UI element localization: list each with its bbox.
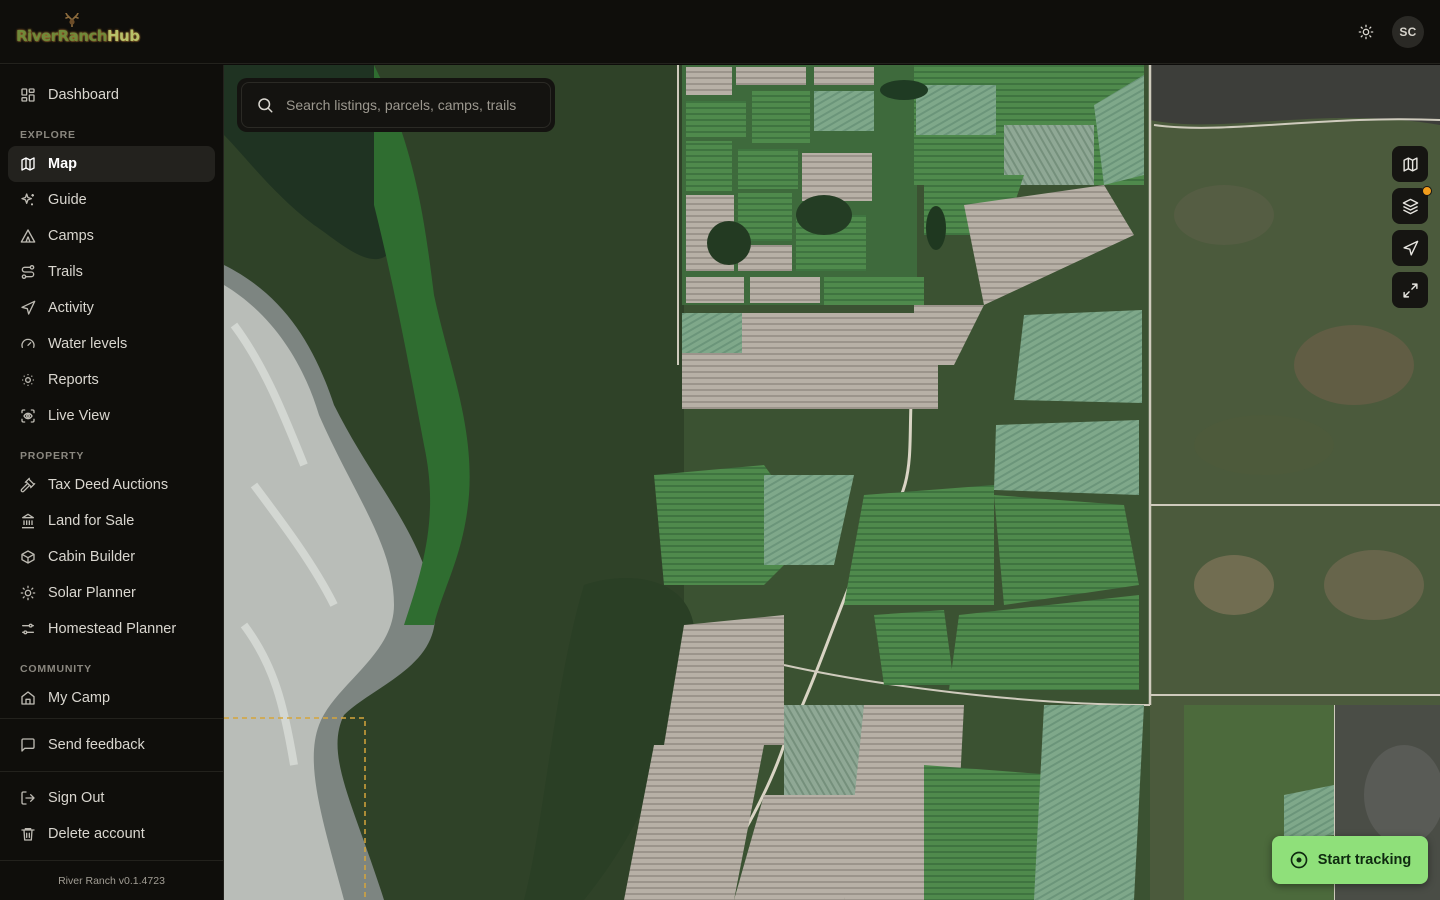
version-label: River Ranch v0.1.4723 xyxy=(58,875,165,887)
search-bar xyxy=(237,78,555,132)
gauge-icon xyxy=(21,338,35,348)
map-icon xyxy=(21,157,35,171)
sidebar-item-live-view[interactable]: Live View xyxy=(8,398,215,434)
sidebar-item-label: Delete account xyxy=(48,826,145,842)
sidebar-item-cabin-builder[interactable]: Cabin Builder xyxy=(8,539,215,575)
search-icon xyxy=(258,98,273,113)
sparkles-icon xyxy=(21,193,34,206)
sidebar-item-land-for-sale[interactable]: Land for Sale xyxy=(8,503,215,539)
trash-icon xyxy=(21,828,35,841)
landmark-icon xyxy=(22,513,34,529)
route-icon xyxy=(21,265,35,279)
sidebar-item-label: Send feedback xyxy=(48,737,145,753)
dashboard-icon xyxy=(21,88,35,102)
sidebar-item-my-camp[interactable]: My Camp xyxy=(8,680,215,716)
logo[interactable]: RiverRanchHub xyxy=(16,12,140,52)
gavel-icon xyxy=(20,477,36,493)
sidebar-item-label: Cabin Builder xyxy=(48,549,136,565)
logo-mark: RiverRanchHub xyxy=(16,12,140,51)
divider xyxy=(0,771,223,772)
box-icon xyxy=(21,550,35,564)
tent-icon xyxy=(20,229,36,243)
sidebar-item-tax-deed-auctions[interactable]: Tax Deed Auctions xyxy=(8,467,215,503)
start-tracking-label: Start tracking xyxy=(1317,852,1412,868)
sidebar-item-label: Map xyxy=(48,156,77,172)
sidebar-item-dashboard[interactable]: Dashboard xyxy=(8,77,215,113)
avatar[interactable]: SC xyxy=(1392,15,1424,48)
sidebar-item-label: Sign Out xyxy=(48,790,105,806)
divider xyxy=(0,718,223,719)
sidebar-item-label: Water levels xyxy=(48,336,128,352)
sidebar-item-label: Activity xyxy=(48,300,94,316)
send-feedback-button[interactable]: Send feedback xyxy=(8,727,215,763)
sidebar-item-label: Live View xyxy=(48,408,110,424)
expand-icon xyxy=(1402,282,1418,298)
delete-account-button[interactable]: Delete account xyxy=(8,816,215,852)
start-tracking-button[interactable]: Start tracking xyxy=(1272,836,1428,884)
locate-button[interactable] xyxy=(1392,230,1428,266)
sidebar-item-trails[interactable]: Trails xyxy=(8,254,215,290)
layers-button[interactable] xyxy=(1392,186,1432,224)
sidebar-item-label: Homestead Planner xyxy=(48,621,177,637)
sidebar-item-label: Camps xyxy=(48,228,94,244)
section-label-property: PROPERTY xyxy=(20,450,85,462)
home-icon xyxy=(21,691,35,705)
antler-icon xyxy=(65,12,79,27)
divider xyxy=(0,860,223,861)
map-canvas[interactable]: Start tracking xyxy=(224,65,1440,900)
section-label-community: COMMUNITY xyxy=(20,663,92,675)
layers-icon xyxy=(1402,198,1418,214)
sidebar-item-activity[interactable]: Activity xyxy=(8,290,215,326)
sun-icon xyxy=(20,585,36,601)
sidebar-item-label: Trails xyxy=(48,264,83,280)
message-square-icon xyxy=(21,738,35,752)
navigation-icon xyxy=(1402,240,1418,256)
sidebar-item-reports[interactable]: Reports xyxy=(8,362,215,398)
theme-toggle-button[interactable] xyxy=(1354,20,1378,44)
logo-text: RiverRanchHub xyxy=(16,26,140,45)
satellite-imagery[interactable] xyxy=(224,65,1440,900)
sign-out-button[interactable]: Sign Out xyxy=(8,780,215,816)
sidebar: Dashboard EXPLORE Map Guide Camps Trails… xyxy=(0,65,224,900)
sidebar-item-homestead-planner[interactable]: Homestead Planner xyxy=(8,611,215,647)
navigation-icon xyxy=(21,300,36,315)
sun-dim-icon xyxy=(22,374,35,386)
sidebar-item-label: Solar Planner xyxy=(48,585,136,601)
sidebar-item-map[interactable]: Map xyxy=(8,146,215,182)
sun-icon xyxy=(1358,24,1374,39)
top-bar: RiverRanchHub SC xyxy=(0,0,1440,64)
search-input[interactable] xyxy=(286,97,526,113)
sidebar-item-guide[interactable]: Guide xyxy=(8,182,215,218)
sidebar-item-label: My Camp xyxy=(48,690,111,706)
sidebar-item-label: Reports xyxy=(48,372,99,388)
basemap-button[interactable] xyxy=(1392,146,1428,182)
sidebar-item-solar-planner[interactable]: Solar Planner xyxy=(8,575,215,611)
record-icon xyxy=(1290,851,1308,869)
log-out-icon xyxy=(21,791,35,805)
section-label-explore: EXPLORE xyxy=(20,129,76,141)
sliders-icon xyxy=(22,623,34,635)
sidebar-item-label: Guide xyxy=(48,192,87,208)
sidebar-item-label: Tax Deed Auctions xyxy=(48,477,169,493)
sidebar-item-label: Dashboard xyxy=(48,87,119,103)
map-icon xyxy=(1402,156,1418,172)
scan-eye-icon xyxy=(21,409,35,423)
sidebar-item-water-levels[interactable]: Water levels xyxy=(8,326,215,362)
layers-badge xyxy=(1422,186,1432,196)
sidebar-item-camps[interactable]: Camps xyxy=(8,218,215,254)
fullscreen-button[interactable] xyxy=(1392,272,1428,308)
sidebar-item-label: Land for Sale xyxy=(48,513,135,529)
